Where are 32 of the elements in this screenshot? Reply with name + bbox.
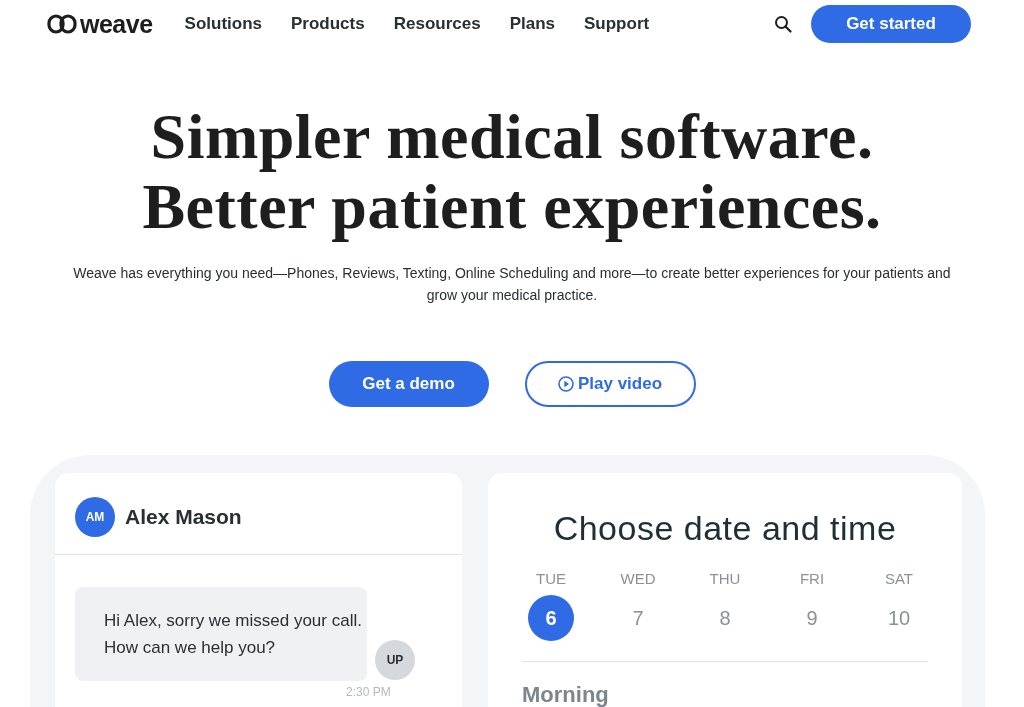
demo-button[interactable]: Get a demo (328, 361, 489, 407)
section-heading: Morning (522, 682, 609, 707)
nav-link[interactable]: Plans (509, 14, 555, 34)
date-option[interactable]: 9 (789, 595, 835, 641)
nav-link[interactable]: Resources (393, 14, 481, 34)
hero-headline: Better patient experiences. (142, 172, 882, 242)
search-icon[interactable] (774, 15, 792, 33)
hero-subtitle: Weave has everything you need—Phones, Reviews, Texting, Online Scheduling and more—to create better experiences for your patients and grow your medical practice. (72, 264, 952, 305)
get-started-button[interactable]: Get started (811, 5, 971, 43)
message-bubble: Hi Alex, sorry we missed your call. How can we help you? (75, 587, 367, 681)
contact-name: Alex Mason (125, 505, 242, 529)
play-video-button[interactable]: Play video (524, 361, 696, 407)
hero-headline: Simpler medical software. (150, 102, 874, 172)
weekday-label: TUE (536, 570, 566, 587)
nav-link[interactable]: Products (291, 14, 365, 34)
contact-avatar: AM (75, 497, 115, 537)
message-time: 2:30 PM (346, 685, 391, 699)
scheduler-title: Choose date and time (553, 509, 897, 548)
date-option[interactable]: 8 (702, 595, 748, 641)
logo-wordmark[interactable]: weave (80, 9, 153, 39)
weekday-label: THU (709, 570, 741, 587)
user-avatar: UP (375, 640, 415, 680)
logo-icon (47, 14, 77, 34)
date-option[interactable]: 10 (876, 595, 922, 641)
nav-link[interactable]: Support (584, 14, 650, 34)
date-option[interactable]: 6 (528, 595, 574, 641)
date-option[interactable]: 7 (615, 595, 661, 641)
weekday-label: WED (620, 570, 656, 587)
play-icon (557, 376, 574, 392)
weekday-label: SAT (884, 570, 914, 587)
nav-link[interactable]: Solutions (184, 14, 262, 34)
weekday-label: FRI (799, 570, 825, 587)
